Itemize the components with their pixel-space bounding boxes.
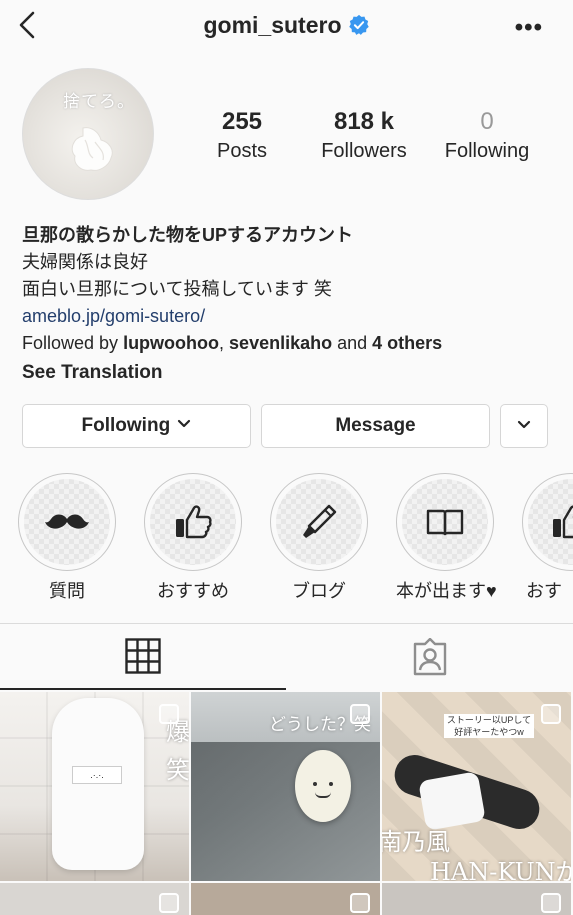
- multi-post-indicator-icon: [541, 704, 561, 724]
- see-translation-link[interactable]: See Translation: [22, 359, 562, 386]
- highlight-recommend-2[interactable]: おす: [522, 473, 573, 603]
- post-tile[interactable]: どうした？笑: [191, 692, 380, 881]
- suggested-accounts-button[interactable]: [500, 404, 548, 448]
- highlight-book[interactable]: 本が出ます♥: [396, 473, 497, 603]
- thumbs-up-icon: [176, 505, 212, 539]
- posts-label: Posts: [216, 140, 268, 162]
- posts-stat[interactable]: 255 Posts: [200, 108, 284, 163]
- followed-by-separator: ,: [219, 333, 230, 353]
- tab-posts-grid[interactable]: [0, 624, 286, 690]
- post-tile[interactable]: [382, 883, 571, 915]
- followers-label: Followers: [321, 140, 407, 162]
- highlight-label: おす: [526, 581, 562, 601]
- thumbs-up-icon: [553, 505, 573, 539]
- book-icon: [426, 509, 464, 536]
- bio-line-3: 面白い旦那について投稿しています 笑: [22, 279, 332, 299]
- avatar-text: 捨てろ。: [63, 92, 135, 112]
- verified-badge-icon: [348, 14, 369, 35]
- post-tile[interactable]: ストーリー以UPして 好評ヤーたやつw 南乃風 HAN-KUNが: [382, 692, 571, 881]
- posts-count: 255: [221, 108, 263, 135]
- message-button-label: Message: [335, 415, 416, 436]
- highlight-blog[interactable]: ブログ: [270, 473, 368, 603]
- followers-count: 818 k: [333, 108, 395, 135]
- highlight-label: 本が出ます♥: [396, 581, 497, 601]
- pen-icon: [303, 504, 337, 538]
- tagged-person-icon: [413, 638, 447, 676]
- followed-by-others[interactable]: 4 others: [372, 333, 442, 353]
- tab-tagged[interactable]: [287, 624, 573, 690]
- highlight-question[interactable]: 質問: [18, 473, 116, 603]
- following-label: Following: [444, 140, 530, 162]
- followed-by-prefix: Followed by: [22, 333, 124, 353]
- highlight-label: おすすめ: [157, 581, 229, 601]
- multi-post-indicator-icon: [350, 704, 370, 724]
- profile-bio: 旦那の散らかした物をUPするアカウント 夫婦関係は良好 面白い旦那について投稿し…: [22, 222, 562, 386]
- story-caption: ストーリー以UPして 好評ヤーたやつw: [444, 714, 534, 738]
- mustache-icon: [45, 514, 89, 529]
- followed-by-user-2[interactable]: sevenlikaho: [229, 333, 332, 353]
- egg-figure: [295, 750, 351, 822]
- post-tile[interactable]: [191, 883, 380, 915]
- more-options-icon[interactable]: •••: [515, 14, 543, 42]
- bio-title: 旦那の散らかした物をUPするアカウント: [22, 225, 354, 245]
- chevron-down-icon: [517, 420, 531, 429]
- message-button[interactable]: Message: [261, 404, 490, 448]
- followed-by-user-1[interactable]: lupwoohoo: [123, 333, 219, 353]
- post-overlay-text: HAN-KUNが: [430, 858, 571, 881]
- post-tile[interactable]: [0, 883, 189, 915]
- highlight-label: ブログ: [292, 581, 346, 601]
- followed-by-and: and: [332, 333, 373, 353]
- tissue-image: [71, 127, 113, 171]
- followed-by-line[interactable]: Followed by lupwoohoo, sevenlikaho and 4…: [22, 330, 562, 357]
- username-text: gomi_sutero: [203, 12, 342, 38]
- following-button[interactable]: Following: [22, 404, 251, 448]
- highlight-label: 質問: [49, 581, 85, 601]
- bio-line-2: 夫婦関係は良好: [22, 252, 148, 272]
- following-count: 0: [480, 108, 494, 135]
- top-bar: gomi_sutero •••: [0, 0, 573, 56]
- post-overlay-text: 笑: [166, 756, 189, 784]
- following-stat[interactable]: 0 Following: [438, 108, 536, 163]
- followers-stat[interactable]: 818 k Followers: [312, 108, 416, 163]
- grid-icon: [125, 638, 161, 674]
- chevron-down-icon: [178, 419, 191, 428]
- profile-username: gomi_sutero: [0, 12, 573, 39]
- post-tile[interactable]: .·.·. 爆 笑: [0, 692, 189, 881]
- profile-avatar[interactable]: 捨てろ。: [22, 68, 154, 200]
- bio-website-link[interactable]: ameblo.jp/gomi-sutero/: [22, 303, 562, 330]
- toilet-shape: [52, 698, 144, 870]
- multi-post-indicator-icon: [159, 704, 179, 724]
- highlight-recommend[interactable]: おすすめ: [144, 473, 242, 603]
- following-button-label: Following: [81, 415, 171, 436]
